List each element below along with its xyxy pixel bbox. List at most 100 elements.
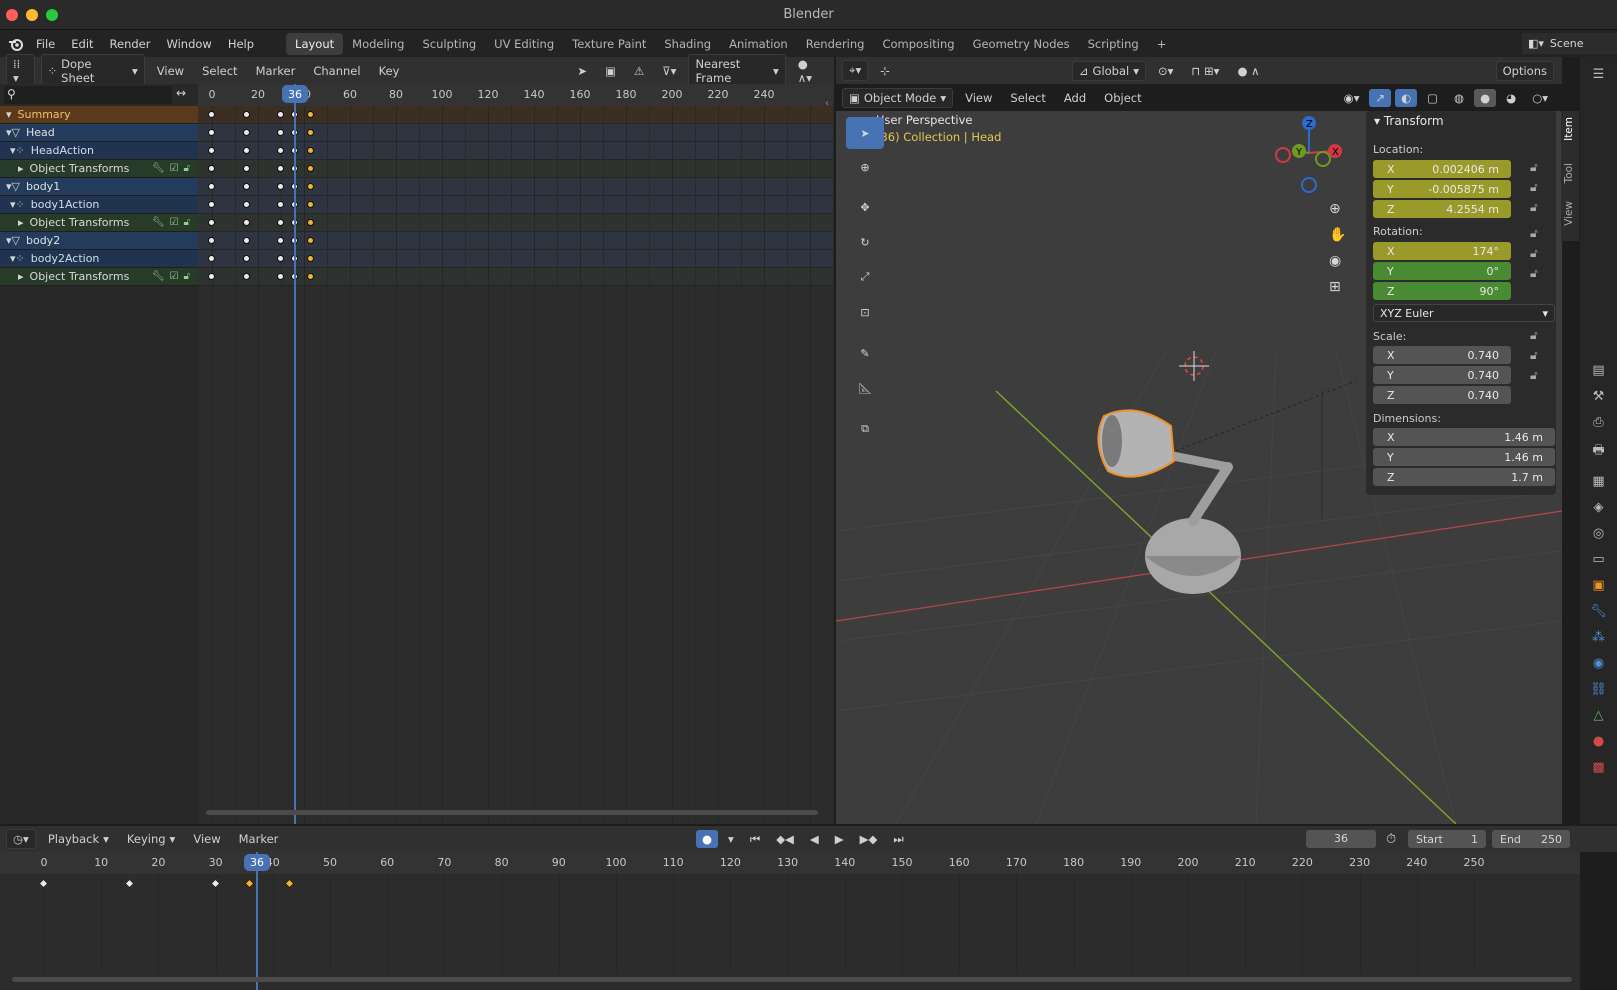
dopesheet-menu-marker[interactable]: Marker <box>250 62 302 80</box>
wrench-icon[interactable]: 🔧︎ <box>152 217 165 228</box>
dopesheet-keyframe-area[interactable]: 020406080100120140160180200220240 36 ‹ <box>198 84 834 824</box>
shading-material-icon[interactable]: ◕ <box>1500 89 1522 107</box>
menu-help[interactable]: Help <box>220 37 262 51</box>
constraints-icon[interactable]: ⛓︎ <box>1590 682 1607 697</box>
keyframe-point[interactable] <box>242 201 250 208</box>
start-frame-field[interactable]: Start 1 <box>1408 830 1486 848</box>
gizmo-toggle-icon[interactable]: ↗ <box>1369 88 1392 107</box>
shading-wireframe-icon[interactable]: ◍ <box>1448 89 1470 107</box>
physics-icon[interactable]: ◉ <box>1593 656 1604 671</box>
keyframe-point[interactable] <box>208 237 215 244</box>
scene-selector[interactable]: ◧▾ Scene <box>1522 33 1617 54</box>
swap-arrows-icon[interactable]: ↔ <box>176 86 186 100</box>
dopesheet-menu-key[interactable]: Key <box>373 62 406 80</box>
snap-mode-select[interactable]: Nearest Frame ▾ <box>688 53 786 88</box>
move-tool[interactable]: ✥ <box>846 191 884 223</box>
keyframe-point[interactable] <box>242 147 250 154</box>
pivot-point-icon[interactable]: ⊙▾ <box>1152 62 1179 80</box>
timeline-h-scrollbar[interactable] <box>12 977 1572 982</box>
proportional-icon[interactable]: ● ∧▾ <box>792 55 828 87</box>
keyframe-point[interactable] <box>277 111 284 118</box>
tab-geometry-nodes[interactable]: Geometry Nodes <box>964 33 1079 55</box>
tab-view[interactable]: View <box>1563 201 1575 226</box>
keyframe-point[interactable] <box>306 237 314 244</box>
keyframe-point[interactable] <box>242 237 250 244</box>
lock-icon[interactable]: 🔓︎ <box>1530 160 1538 175</box>
channel-row-group[interactable]: ▸ Object Transforms 🔧︎ ☑ 🔓︎ <box>0 268 198 286</box>
collection-properties-icon[interactable]: ▭ <box>1592 552 1604 567</box>
expand-arrow-icon[interactable]: ▸ <box>18 270 24 283</box>
channel-row-object[interactable]: ▾▽ body2 <box>0 232 198 250</box>
lock-icon[interactable]: 🔓︎ <box>184 163 190 174</box>
scene-properties-icon[interactable]: ◈ <box>1594 500 1604 515</box>
location-x-field[interactable]: X 0.002406 m <box>1373 160 1511 178</box>
lock-icon[interactable]: 🔓︎ <box>1530 246 1538 261</box>
channel-row-action[interactable]: ▾⁘ HeadAction <box>0 142 198 160</box>
lock-icon[interactable]: 🔓︎ <box>1530 200 1538 215</box>
timeline-menu-keying[interactable]: Keying ▾ <box>121 830 181 848</box>
keyframe-point[interactable] <box>208 147 215 154</box>
current-frame-field[interactable]: 36 <box>1306 830 1376 848</box>
expand-arrow-icon[interactable]: ▸ <box>18 162 24 175</box>
keyframe-point[interactable] <box>306 201 314 208</box>
keyframe-point[interactable] <box>208 111 215 118</box>
annotate-tool[interactable]: ✎ <box>846 337 884 369</box>
keyframe-point[interactable] <box>306 147 314 154</box>
menu-render[interactable]: Render <box>102 37 159 51</box>
play-reverse-icon[interactable]: ◀ <box>804 830 825 848</box>
transform-section-header[interactable]: ▾ Transform <box>1374 114 1444 128</box>
add-workspace-icon[interactable]: + <box>1148 33 1176 55</box>
location-y-field[interactable]: Y -0.005875 m <box>1373 180 1511 198</box>
scale-y-field[interactable]: Y 0.740 <box>1373 366 1511 384</box>
xray-icon[interactable]: ▢ <box>1421 89 1444 107</box>
viewport-menu-add[interactable]: Add <box>1058 89 1092 107</box>
dopesheet-menu-channel[interactable]: Channel <box>307 62 366 80</box>
channel-row-object[interactable]: ▾▽ body1 <box>0 178 198 196</box>
collapse-arrow-icon[interactable]: ▾▽ <box>6 180 20 193</box>
lock-icon[interactable]: 🔓︎ <box>1530 266 1538 281</box>
timeline-playhead-badge[interactable]: 36 <box>244 854 270 871</box>
options-button[interactable]: Options <box>1495 60 1554 81</box>
dimensions-z-field[interactable]: Z 1.7 m <box>1373 468 1555 486</box>
lock-icon[interactable]: 🔓︎ <box>1530 368 1538 383</box>
keyframe-point[interactable] <box>208 165 215 172</box>
end-frame-field[interactable]: End 250 <box>1492 830 1570 848</box>
timeline-menu-view[interactable]: View <box>187 830 226 848</box>
object-properties-icon[interactable]: ▣ <box>1592 578 1604 593</box>
checkbox-icon[interactable]: ☑ <box>170 271 179 282</box>
scale-x-field[interactable]: X 0.740 <box>1373 346 1511 364</box>
lock-icon[interactable]: 🔓︎ <box>1530 328 1538 343</box>
auto-keying-toggle[interactable]: ● <box>696 830 719 848</box>
editor-type-icon[interactable]: ⁞⁞ ▾ <box>6 53 35 88</box>
dimensions-y-field[interactable]: Y 1.46 m <box>1373 448 1555 466</box>
keyframe-point[interactable] <box>242 183 250 190</box>
lock-icon[interactable]: 🔓︎ <box>184 217 190 228</box>
dopesheet-mode-select[interactable]: ⁘ Dope Sheet ▾ <box>40 53 145 88</box>
overlay-toggle-icon[interactable]: ◐ <box>1395 88 1418 107</box>
wrench-icon[interactable]: 🔧︎ <box>152 271 165 282</box>
view-layer-icon[interactable]: ▦ <box>1592 474 1604 489</box>
keyframe-point[interactable] <box>208 183 215 190</box>
keyframe-point[interactable] <box>277 255 284 262</box>
keyframe-point[interactable] <box>306 165 314 172</box>
timeline-editor-type-icon[interactable]: ◷▾ <box>6 829 36 849</box>
navigation-gizmo[interactable]: Z X Y <box>1271 113 1351 203</box>
rotation-x-field[interactable]: X 174° <box>1373 242 1511 260</box>
keyframe-point[interactable] <box>242 255 250 262</box>
world-properties-icon[interactable]: ◎ <box>1593 526 1604 541</box>
dopesheet-menu-view[interactable]: View <box>151 62 190 80</box>
tab-tool[interactable]: Tool <box>1563 163 1575 183</box>
jump-start-icon[interactable]: ⏮ <box>744 830 766 849</box>
viewport-menu-view[interactable]: View <box>959 89 998 107</box>
expand-arrow-icon[interactable]: ▸ <box>18 216 24 229</box>
scale-tool[interactable]: ⤢ <box>846 261 884 293</box>
keying-options-icon[interactable]: ▾ <box>722 830 740 848</box>
tab-compositing[interactable]: Compositing <box>873 33 963 55</box>
jump-next-key-icon[interactable]: ▶◆ <box>854 830 884 848</box>
menu-window[interactable]: Window <box>158 37 219 51</box>
keyframe-point[interactable] <box>306 273 314 280</box>
lock-icon[interactable]: 🔓︎ <box>1530 348 1538 363</box>
keyframe-point[interactable] <box>208 273 215 280</box>
modifier-wrench-icon[interactable]: 🔧︎ <box>1590 604 1607 619</box>
keyframe-point[interactable] <box>277 219 284 226</box>
